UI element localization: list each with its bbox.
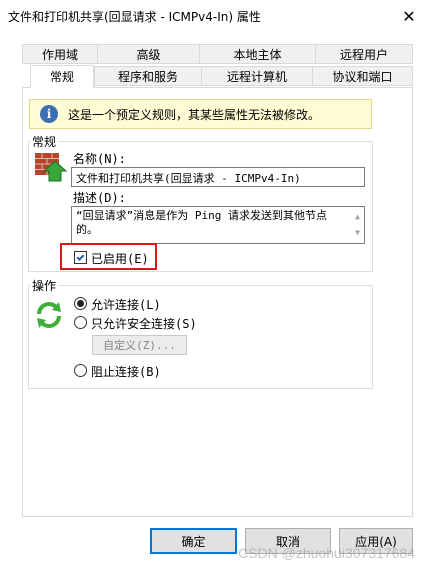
- checkmark-icon: [76, 252, 85, 261]
- info-banner: i 这是一个预定义规则，其某些属性无法被修改。: [29, 99, 372, 129]
- tab-programs-services[interactable]: 程序和服务: [94, 66, 202, 86]
- description-text: “回显请求”消息是作为 Ping 请求发送到其他节点的。: [76, 209, 327, 236]
- info-icon: i: [40, 105, 58, 123]
- secure-connection-label[interactable]: 只允许安全连接(S): [91, 315, 197, 332]
- window-title: 文件和打印机共享(回显请求 - ICMPv4-In) 属性: [8, 10, 261, 24]
- name-field[interactable]: 文件和打印机共享(回显请求 - ICMPv4-In): [71, 167, 365, 187]
- customize-button[interactable]: 自定义(Z)...: [92, 335, 187, 355]
- general-group-label: 常规: [30, 133, 59, 150]
- title-bar: 文件和打印机共享(回显请求 - ICMPv4-In) 属性 ✕: [0, 0, 431, 32]
- info-banner-text: 这是一个预定义规则，其某些属性无法被修改。: [68, 107, 321, 122]
- tab-protocols-ports[interactable]: 协议和端口: [312, 66, 413, 86]
- block-connection-label[interactable]: 阻止连接(B): [91, 363, 161, 380]
- block-connection-radio[interactable]: [74, 364, 87, 377]
- tab-advanced[interactable]: 高级: [97, 44, 200, 64]
- close-icon: ✕: [402, 6, 416, 26]
- description-field[interactable]: “回显请求”消息是作为 Ping 请求发送到其他节点的。 ▲ ▼: [71, 206, 365, 244]
- close-button[interactable]: ✕: [387, 0, 431, 32]
- tab-local-principals[interactable]: 本地主体: [199, 44, 316, 64]
- enabled-checkbox[interactable]: [74, 251, 87, 264]
- scroll-down-icon[interactable]: ▼: [355, 226, 360, 240]
- refresh-arrows-icon: [37, 302, 61, 328]
- allow-connection-label[interactable]: 允许连接(L): [91, 296, 161, 313]
- enabled-label[interactable]: 已启用(E): [91, 250, 149, 267]
- action-group-label: 操作: [30, 277, 59, 294]
- tab-general[interactable]: 常规: [30, 65, 94, 88]
- scroll-up-icon[interactable]: ▲: [355, 210, 360, 224]
- description-label: 描述(D):: [73, 191, 126, 205]
- name-label: 名称(N):: [73, 152, 126, 166]
- tab-remote-users[interactable]: 远程用户: [315, 44, 413, 64]
- radio-selected-dot: [77, 300, 84, 307]
- firewall-icon: [35, 153, 68, 182]
- allow-connection-radio[interactable]: [74, 297, 87, 310]
- tab-remote-computers[interactable]: 远程计算机: [201, 66, 313, 86]
- ok-button[interactable]: 确定: [150, 528, 237, 554]
- watermark-text: CSDN @zhuohui307317684: [238, 545, 415, 561]
- secure-connection-radio[interactable]: [74, 316, 87, 329]
- tab-scope[interactable]: 作用域: [22, 44, 98, 64]
